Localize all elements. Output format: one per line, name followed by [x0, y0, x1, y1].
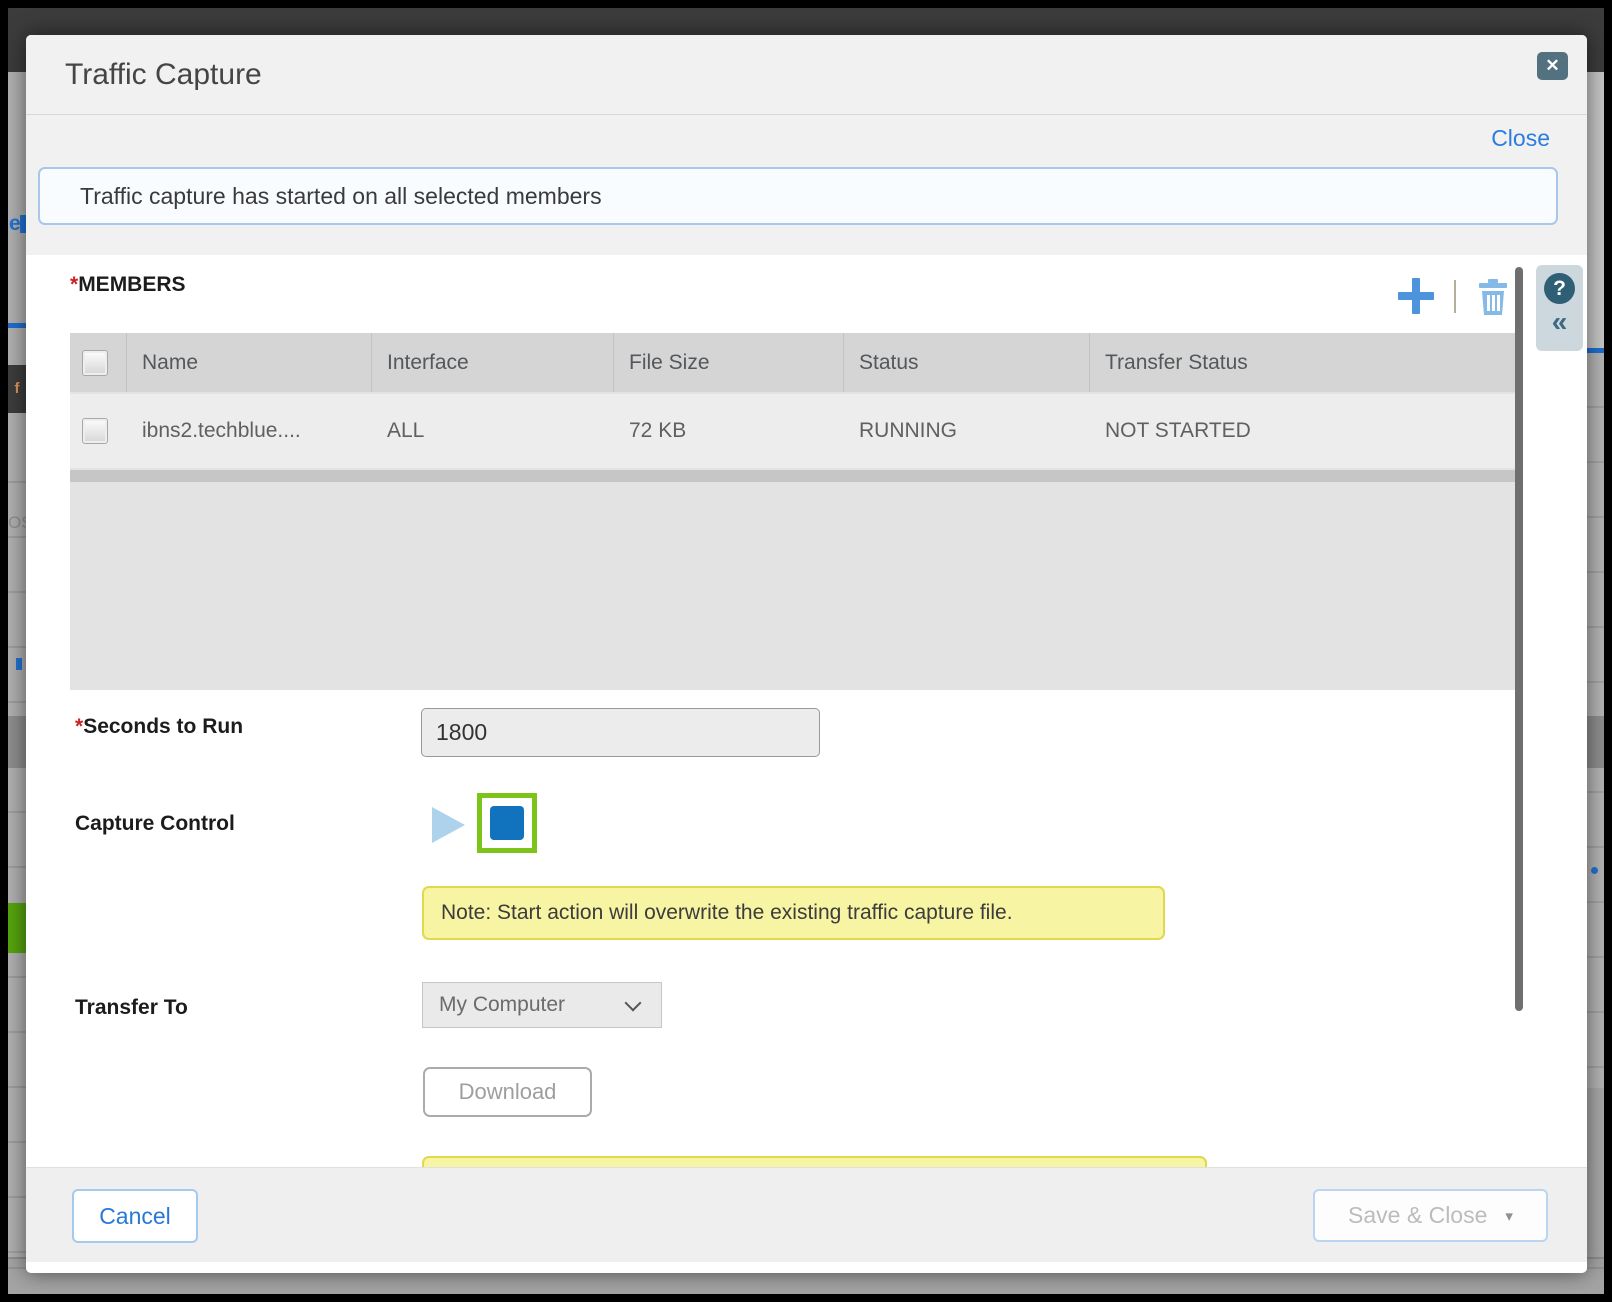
overwrite-note: Note: Start action will overwrite the ex… — [422, 886, 1165, 940]
dialog-body: *MEMBERS Name Interf — [26, 255, 1587, 1167]
background-blue-dash — [16, 658, 22, 670]
column-header-status[interactable]: Status — [844, 333, 1090, 392]
column-header-interface[interactable]: Interface — [372, 333, 614, 392]
required-asterisk: * — [75, 715, 83, 738]
row-checkbox[interactable] — [82, 418, 108, 444]
background-light-area — [1586, 72, 1604, 353]
start-capture-icon[interactable] — [432, 807, 465, 843]
help-icon[interactable]: ? — [1544, 273, 1575, 304]
dialog-footer: Cancel Save & Close ▾ — [26, 1167, 1587, 1262]
members-table-header: Name Interface File Size Status Transfer… — [70, 333, 1515, 392]
background-left-strip: e f OS — [8, 72, 26, 1265]
column-header-name[interactable]: Name — [127, 333, 372, 392]
traffic-capture-dialog: Traffic Capture ✕ Close Traffic capture … — [26, 35, 1587, 1273]
column-header-file-size[interactable]: File Size — [614, 333, 844, 392]
toolbar-separator — [1454, 280, 1456, 313]
members-table: Name Interface File Size Status Transfer… — [70, 333, 1515, 690]
background-green-row — [8, 903, 26, 953]
background-tab-fragment: f — [8, 365, 26, 413]
members-label-text: MEMBERS — [78, 273, 185, 296]
stop-capture-icon[interactable] — [490, 806, 524, 840]
dialog-subheader: Close Traffic capture has started on all… — [26, 115, 1587, 255]
transfer-to-label: Transfer To — [75, 996, 188, 1020]
close-icon[interactable]: ✕ — [1537, 52, 1568, 80]
seconds-label-text: Seconds to Run — [83, 715, 243, 738]
help-panel: ? « — [1536, 265, 1583, 351]
close-link[interactable]: Close — [1491, 125, 1550, 152]
transfer-to-value: My Computer — [439, 993, 565, 1016]
download-button[interactable]: Download — [423, 1067, 592, 1117]
row-status: RUNNING — [844, 394, 1090, 468]
table-row[interactable]: ibns2.techblue.... ALL 72 KB RUNNING NOT… — [70, 394, 1515, 468]
background-dark-band — [8, 716, 26, 768]
seconds-to-run-input[interactable] — [421, 708, 820, 757]
screen: e f OS Traffic Capture ✕ Close Traffic c — [0, 0, 1612, 1302]
header-checkbox-cell — [70, 333, 127, 392]
transfer-to-select[interactable]: My Computer — [422, 982, 662, 1028]
dialog-header: Traffic Capture ✕ — [26, 35, 1587, 115]
cancel-button[interactable]: Cancel — [72, 1189, 198, 1243]
column-header-transfer-status[interactable]: Transfer Status — [1090, 333, 1515, 392]
background-right-strip — [1586, 72, 1604, 1265]
save-close-caret-icon: ▾ — [1505, 1207, 1513, 1225]
row-checkbox-cell — [70, 394, 127, 468]
clipped-note — [422, 1156, 1207, 1167]
background-blue-line — [8, 323, 26, 328]
select-all-checkbox[interactable] — [82, 350, 108, 376]
background-row-lines — [8, 428, 26, 1278]
background-blue-dot — [1591, 867, 1598, 874]
dialog-title: Traffic Capture — [65, 35, 262, 115]
stop-capture-highlight[interactable] — [477, 793, 537, 853]
members-section-label: *MEMBERS — [70, 273, 186, 297]
chevron-down-icon — [625, 995, 642, 1012]
row-file-size: 72 KB — [614, 394, 844, 468]
horizontal-scrollbar[interactable] — [70, 470, 1515, 482]
save-close-label: Save & Close — [1348, 1202, 1487, 1229]
background-dark-band — [1586, 716, 1604, 768]
collapse-panel-icon[interactable]: « — [1536, 305, 1583, 339]
background-darker-rows — [1586, 1088, 1604, 1268]
vertical-scrollbar[interactable] — [1515, 267, 1523, 1011]
required-asterisk: * — [70, 273, 78, 296]
save-close-button[interactable]: Save & Close ▾ — [1313, 1189, 1548, 1242]
background-link-fragment: e — [9, 212, 21, 236]
row-interface: ALL — [372, 394, 614, 468]
row-name: ibns2.techblue.... — [127, 394, 372, 468]
row-transfer-status: NOT STARTED — [1090, 394, 1515, 468]
capture-control-label: Capture Control — [75, 812, 235, 836]
add-member-icon[interactable] — [1398, 278, 1434, 314]
status-banner: Traffic capture has started on all selec… — [38, 167, 1558, 225]
delete-member-icon[interactable] — [1478, 279, 1508, 315]
seconds-to-run-label: *Seconds to Run — [75, 715, 243, 739]
